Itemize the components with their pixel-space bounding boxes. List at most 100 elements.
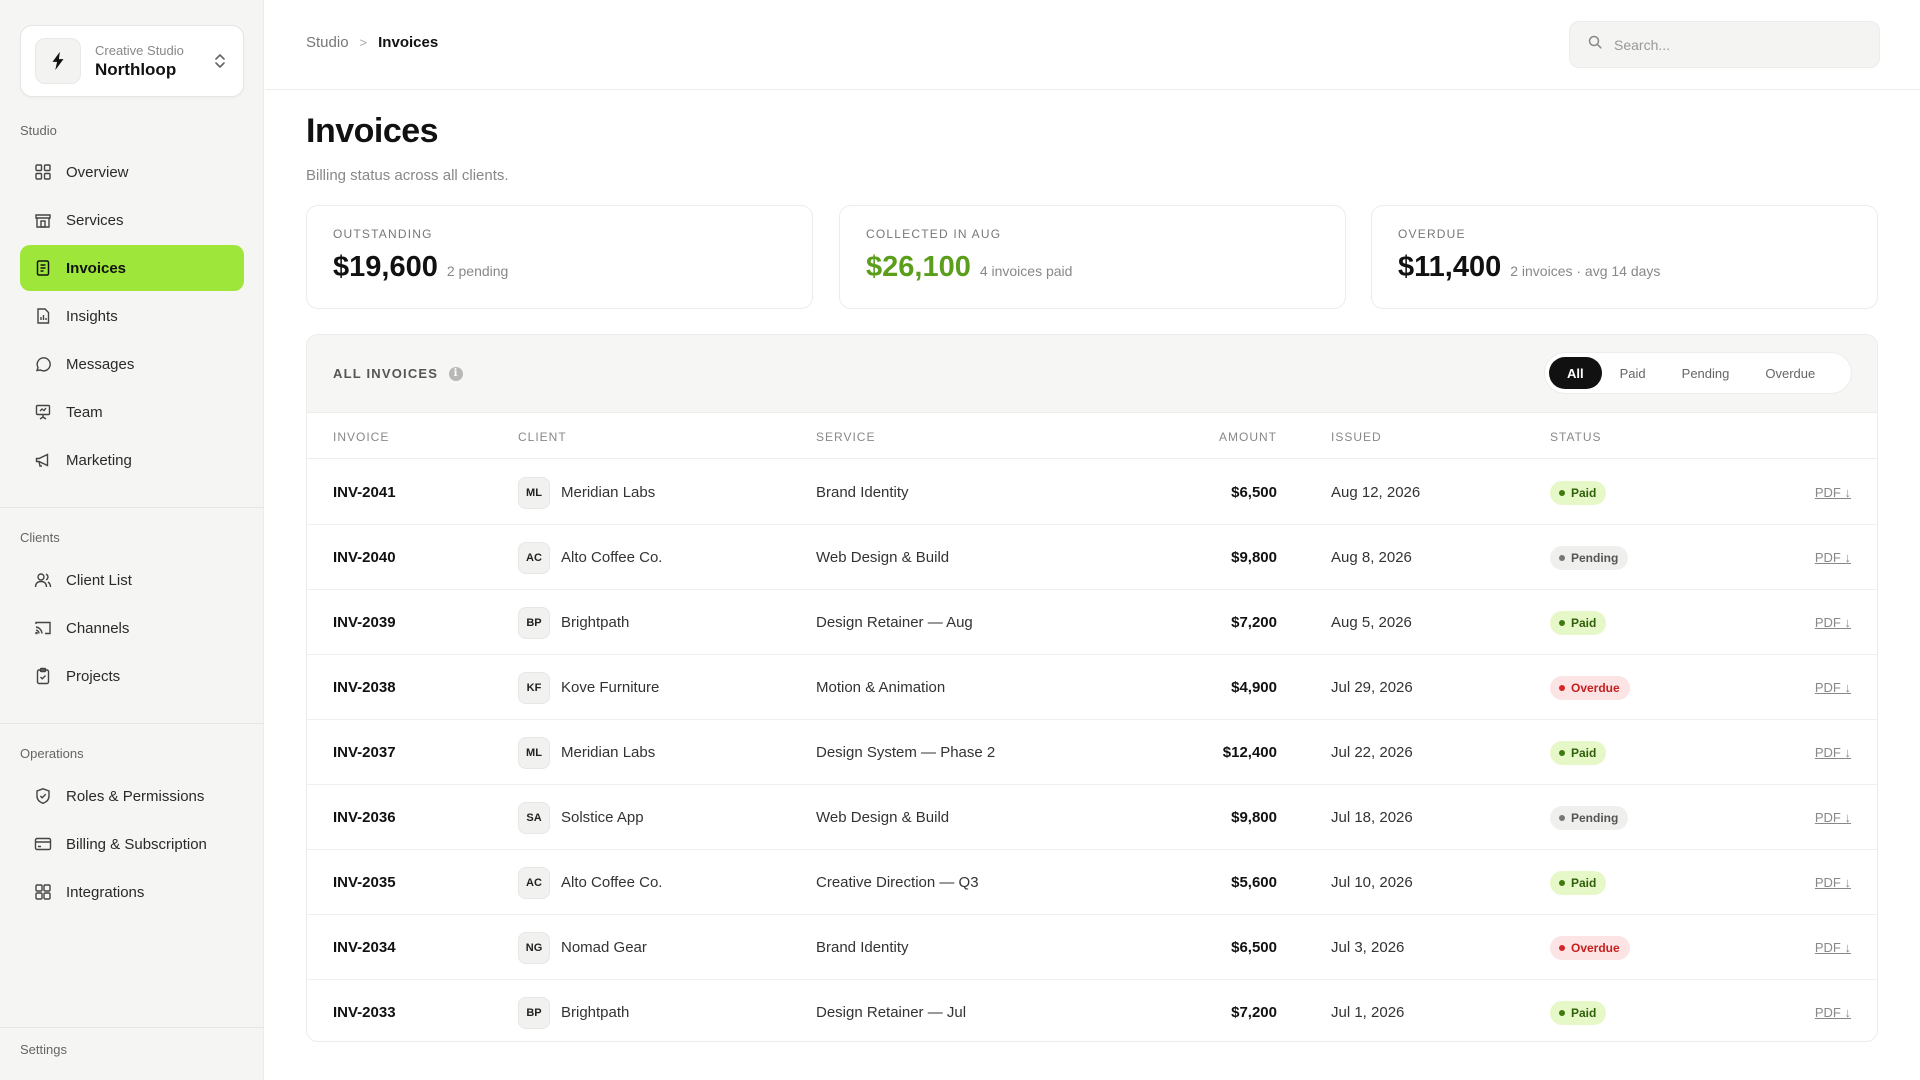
sidebar-item-projects[interactable]: Projects [20, 653, 244, 699]
status-dot-icon [1559, 684, 1565, 691]
pdf-download-link[interactable]: PDF ↓ [1815, 915, 1851, 980]
column-header-client[interactable]: CLIENT [518, 430, 567, 444]
column-header-status[interactable]: STATUS [1550, 430, 1602, 444]
status-cell: Pending [1550, 525, 1629, 590]
table-row[interactable]: INV-2035 AC Alto Coffee Co. Creative Direct… [307, 850, 1877, 915]
table-row[interactable]: INV-2039 BP Brightpath Design Retainer — Au… [307, 590, 1877, 655]
chevron-up-down-icon [211, 50, 229, 72]
pdf-download-link[interactable]: PDF ↓ [1815, 655, 1851, 720]
sidebar-item-roles-permissions[interactable]: Roles & Permissions [20, 773, 244, 819]
pdf-download-link[interactable]: PDF ↓ [1815, 525, 1851, 590]
invoice-id[interactable]: INV-2034 [333, 915, 396, 980]
pdf-download-link[interactable]: PDF ↓ [1815, 460, 1851, 525]
pdf-download-link[interactable]: PDF ↓ [1815, 720, 1851, 785]
table-row[interactable]: INV-2038 KF Kove Furniture Motion & Animati… [307, 655, 1877, 720]
breadcrumb-separator: > [359, 35, 368, 50]
column-header-amount[interactable]: AMOUNT [1219, 430, 1277, 444]
issued-date: Jul 3, 2026 [1331, 939, 1405, 956]
table-row[interactable]: INV-2041 ML Meridian Labs Brand Identity $6,… [307, 460, 1877, 525]
stat-card-outstanding: OUTSTANDING $19,600 2 pending [306, 205, 813, 309]
search-icon [1588, 35, 1602, 54]
client-avatar: NG [518, 931, 550, 964]
table-title: ALL INVOICES [333, 366, 439, 381]
nav-divider [0, 723, 264, 724]
invoice-amount: $9,800 [1231, 549, 1277, 566]
sidebar-item-overview[interactable]: Overview [20, 149, 244, 195]
invoice-id[interactable]: INV-2039 [333, 590, 396, 655]
status-cell: Paid [1550, 590, 1607, 655]
breadcrumb-parent[interactable]: Studio [306, 34, 349, 51]
sidebar-item-channels[interactable]: Channels [20, 605, 244, 651]
table-row[interactable]: INV-2036 SA Solstice App Web Design & Build… [307, 785, 1877, 850]
filter-overdue[interactable]: Overdue [1747, 357, 1833, 389]
stat-label: COLLECTED IN AUG [866, 227, 1002, 241]
filter-all[interactable]: All [1549, 357, 1602, 389]
pdf-download-link[interactable]: PDF ↓ [1815, 785, 1851, 850]
status-dot-icon [1559, 879, 1565, 886]
status-cell: Pending [1550, 785, 1629, 850]
invoice-id[interactable]: INV-2041 [333, 460, 396, 525]
status-cell: Overdue [1550, 915, 1630, 980]
invoice-id[interactable]: INV-2040 [333, 525, 396, 590]
invoice-id[interactable]: INV-2037 [333, 720, 396, 785]
status-label: Paid [1571, 745, 1597, 760]
sidebar-item-integrations[interactable]: Integrations [20, 869, 244, 915]
sidebar-item-label: Marketing [66, 451, 132, 469]
info-icon[interactable]: i [449, 366, 464, 381]
status-dot-icon [1559, 554, 1565, 561]
stat-value: $11,400 [1398, 251, 1502, 283]
chat-icon [34, 355, 52, 373]
sidebar-item-invoices[interactable]: Invoices [20, 245, 244, 291]
invoice-id[interactable]: INV-2035 [333, 850, 396, 915]
table-row[interactable]: INV-2037 ML Meridian Labs Design System — P… [307, 720, 1877, 785]
invoice-amount: $7,200 [1231, 614, 1277, 631]
filter-paid[interactable]: Paid [1602, 357, 1664, 389]
table-row[interactable]: INV-2034 NG Nomad Gear Brand Identity $6,500… [307, 915, 1877, 980]
sidebar-item-label: Invoices [66, 259, 127, 277]
sidebar-item-billing-subscription[interactable]: Billing & Subscription [20, 821, 244, 867]
pdf-download-link[interactable]: PDF ↓ [1815, 850, 1851, 915]
invoice-id[interactable]: INV-2036 [333, 785, 396, 850]
sidebar-item-insights[interactable]: Insights [20, 293, 244, 339]
invoice-id[interactable]: INV-2033 [333, 980, 396, 1041]
status-dot-icon [1559, 1009, 1565, 1016]
stat-label: OUTSTANDING [333, 227, 433, 241]
issued-date: Aug 5, 2026 [1331, 614, 1412, 631]
issued-date: Jul 29, 2026 [1331, 679, 1413, 696]
status-label: Pending [1571, 550, 1619, 565]
pdf-download-link[interactable]: PDF ↓ [1815, 590, 1851, 655]
cast-icon [34, 619, 52, 637]
table-row[interactable]: INV-2033 BP Brightpath Design Retainer — Ju… [307, 980, 1877, 1041]
column-header-service[interactable]: SERVICE [816, 430, 875, 444]
nav-section-title: Clients [20, 530, 60, 545]
sidebar-item-client-list[interactable]: Client List [20, 557, 244, 603]
sidebar-item-services[interactable]: Services [20, 197, 244, 243]
table-row[interactable]: INV-2040 AC Alto Coffee Co. Web Design & Bu… [307, 525, 1877, 590]
status-cell: Paid [1550, 850, 1607, 915]
search-box[interactable] [1569, 21, 1880, 68]
workspace-switcher[interactable]: Creative Studio Northloop [20, 25, 244, 97]
client-cell: KF Kove Furniture [518, 655, 659, 720]
sidebar-item-team[interactable]: Team [20, 389, 244, 435]
column-header-invoice[interactable]: INVOICE [333, 430, 389, 444]
client-name: Nomad Gear [561, 939, 647, 956]
service-name: Brand Identity [816, 484, 909, 501]
invoice-amount: $4,900 [1231, 679, 1277, 696]
sidebar-item-marketing[interactable]: Marketing [20, 437, 244, 483]
blocks-icon [34, 883, 52, 901]
workspace-name: Northloop [95, 59, 177, 79]
status-cell: Paid [1550, 720, 1607, 785]
search-input[interactable] [1614, 36, 1864, 53]
store-icon [34, 211, 52, 229]
grid-icon [34, 163, 52, 181]
column-header-issued[interactable]: ISSUED [1331, 430, 1382, 444]
pdf-download-link[interactable]: PDF ↓ [1815, 980, 1851, 1041]
filter-pending[interactable]: Pending [1664, 357, 1748, 389]
chart-file-icon [34, 307, 52, 325]
sidebar: Creative Studio Northloop Studio Overvie… [0, 0, 264, 1080]
nav-divider [0, 507, 264, 508]
invoice-id[interactable]: INV-2038 [333, 655, 396, 720]
sidebar-settings-label[interactable]: Settings [20, 1042, 67, 1057]
sidebar-item-messages[interactable]: Messages [20, 341, 244, 387]
client-cell: ML Meridian Labs [518, 720, 655, 785]
